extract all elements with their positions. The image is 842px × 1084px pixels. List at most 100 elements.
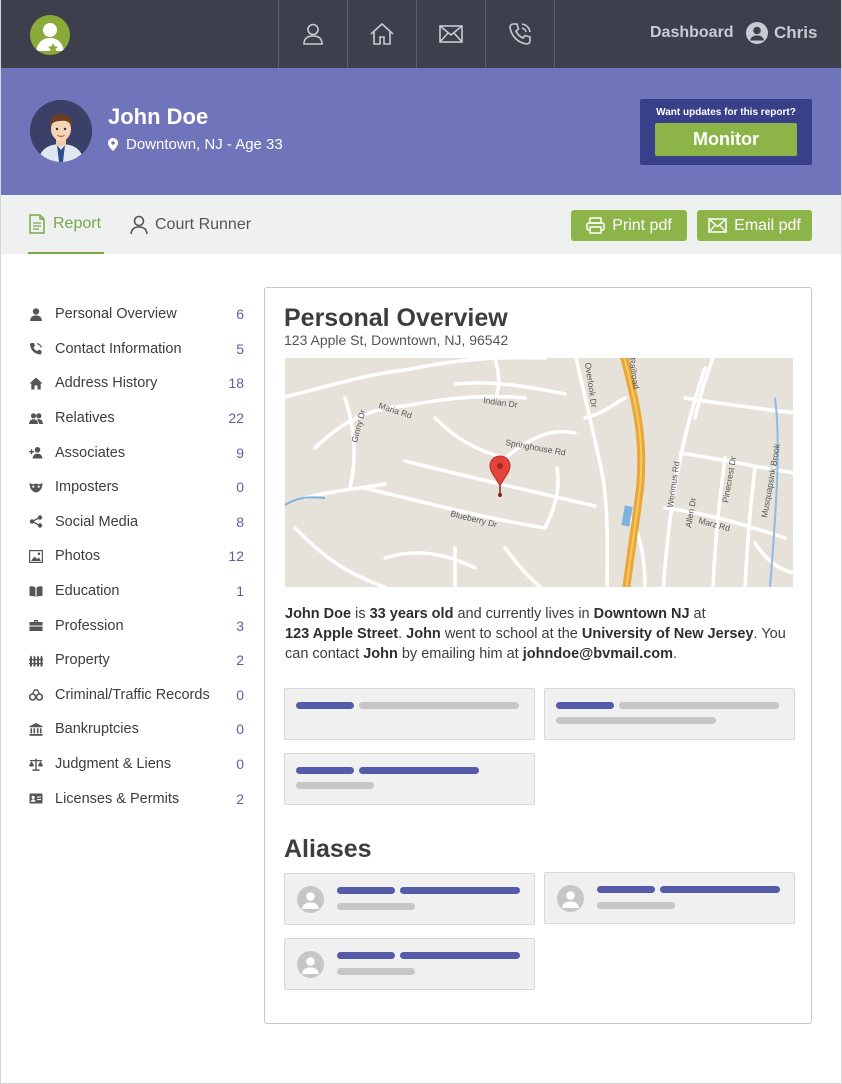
sidebar-item-label: Relatives [55, 410, 115, 427]
avatar [30, 100, 92, 162]
top-navigation-bar: Dashboard Chris [0, 0, 842, 68]
sidebar-item-count: 3 [236, 617, 244, 634]
email-pdf-button[interactable]: Email pdf [697, 210, 812, 241]
sidebar-item-label: Personal Overview [55, 306, 177, 323]
phone-icon [28, 342, 44, 356]
person-icon [28, 307, 44, 321]
sidebar-item-label: Address History [55, 375, 158, 392]
tab-court-runner[interactable]: Court Runner [130, 195, 251, 254]
bio-text: at [689, 606, 706, 622]
sidebar-item-property[interactable]: Property 2 [28, 643, 244, 678]
profile-location-text: Downtown, NJ - Age 33 [126, 136, 283, 153]
profile-location: Downtown, NJ - Age 33 [108, 136, 283, 153]
sidebar-item-relatives[interactable]: Relatives 22 [28, 401, 244, 436]
home-icon [370, 22, 394, 45]
sidebar-item-profession[interactable]: Profession 3 [28, 608, 244, 643]
sidebar-item-criminal-traffic-records[interactable]: Criminal/Traffic Records 0 [28, 678, 244, 713]
dashboard-link[interactable]: Dashboard [650, 24, 734, 42]
sidebar-item-imposters[interactable]: Imposters 0 [28, 470, 244, 505]
sidebar-item-count: 9 [236, 444, 244, 461]
phone-icon [509, 23, 531, 45]
tab-report[interactable]: Report [28, 195, 104, 254]
bio-street: 123 Apple Street [285, 626, 399, 642]
sidebar-item-contact-information[interactable]: Contact Information 5 [28, 332, 244, 367]
user-avatar-icon [746, 22, 768, 44]
phone-nav-button[interactable] [486, 0, 555, 68]
mask-icon [28, 480, 44, 494]
placeholder-bar [597, 886, 655, 893]
sidebar-item-label: Bankruptcies [55, 721, 139, 738]
alias-card-placeholder[interactable] [284, 873, 535, 925]
monitor-prompt: Want updates for this report? [656, 107, 796, 118]
placeholder-bar [619, 702, 779, 709]
mail-icon [439, 25, 463, 43]
tab-report-label: Report [53, 214, 102, 232]
house-icon [28, 376, 44, 390]
placeholder-bar [337, 903, 415, 910]
sidebar-item-social-media[interactable]: Social Media 8 [28, 505, 244, 540]
bio-email[interactable]: johndoe@bvmail.com [523, 646, 673, 662]
user-icon [303, 23, 323, 45]
placeholder-bar [337, 968, 415, 975]
detail-card-placeholder[interactable] [284, 753, 535, 805]
placeholder-bar [597, 902, 675, 909]
print-pdf-button[interactable]: Print pdf [571, 210, 687, 241]
sidebar-item-label: Photos [55, 548, 101, 565]
logo-icon[interactable] [30, 15, 70, 55]
briefcase-icon [28, 619, 44, 633]
bio-name: John Doe [285, 606, 352, 622]
user-menu[interactable]: Chris [746, 22, 817, 44]
sidebar-item-address-history[interactable]: Address History 18 [28, 366, 244, 401]
bio-text: . [398, 626, 407, 642]
placeholder-bar [296, 782, 374, 789]
sidebar-item-count: 0 [236, 756, 244, 773]
report-tabs-bar: Report Court Runner Print pdf Email pdf [0, 195, 842, 254]
placeholder-bar [556, 717, 716, 724]
bio-city: Downtown NJ [593, 606, 690, 622]
sidebar-item-licenses-permits[interactable]: Licenses & Permits 2 [28, 781, 244, 816]
alias-avatar-icon [297, 951, 324, 978]
section-title-aliases: Aliases [284, 835, 372, 863]
sidebar-item-count: 18 [228, 375, 244, 392]
bio-age: 33 years old [369, 606, 454, 622]
sidebar-item-photos[interactable]: Photos 12 [28, 539, 244, 574]
monitor-button[interactable]: Monitor [655, 123, 797, 156]
mail-nav-button[interactable] [417, 0, 486, 68]
placeholder-bar [296, 767, 354, 774]
sidebar-item-personal-overview[interactable]: Personal Overview 6 [28, 297, 244, 332]
sidebar-item-count: 2 [236, 790, 244, 807]
placeholder-bar [359, 702, 519, 709]
bio-first-name: John [406, 626, 441, 642]
sidebar-item-label: Profession [55, 617, 124, 634]
address-map[interactable]: Indian Dr Maria Rd Ginny Dr Springhouse … [285, 358, 793, 587]
profile-nav-button[interactable] [279, 0, 348, 68]
detail-card-placeholder[interactable] [544, 688, 795, 740]
sidebar-item-count: 2 [236, 652, 244, 669]
sidebar-item-education[interactable]: Education 1 [28, 574, 244, 609]
sidebar-item-label: Associates [55, 444, 126, 461]
sidebar-item-judgment-liens[interactable]: Judgment & Liens 0 [28, 747, 244, 782]
alias-card-placeholder[interactable] [284, 938, 535, 990]
sidebar-item-count: 5 [236, 340, 244, 357]
alias-card-placeholder[interactable] [544, 872, 795, 924]
alias-avatar-icon [557, 885, 584, 912]
sidebar-item-associates[interactable]: Associates 9 [28, 435, 244, 470]
detail-card-placeholder[interactable] [284, 688, 535, 740]
main-nav-icons [278, 0, 555, 68]
tab-court-runner-label: Court Runner [155, 215, 252, 233]
sidebar-item-count: 12 [228, 548, 244, 565]
overview-bio: John Doe is 33 years old and currently l… [285, 604, 795, 664]
sidebar-item-count: 22 [228, 410, 244, 427]
sidebar-item-bankruptcies[interactable]: Bankruptcies 0 [28, 712, 244, 747]
sidebar-item-label: Contact Information [55, 340, 182, 357]
sidebar-item-count: 6 [236, 306, 244, 323]
home-nav-button[interactable] [348, 0, 417, 68]
document-icon [29, 213, 45, 234]
bio-text: went to school at the [440, 626, 582, 642]
placeholder-bar [400, 952, 520, 959]
bank-icon [28, 722, 44, 736]
bio-text: by emailing him at [397, 646, 523, 662]
bio-text: . [673, 646, 678, 662]
email-pdf-label: Email pdf [734, 216, 801, 234]
bio-school: University of New Jersey [581, 626, 754, 642]
